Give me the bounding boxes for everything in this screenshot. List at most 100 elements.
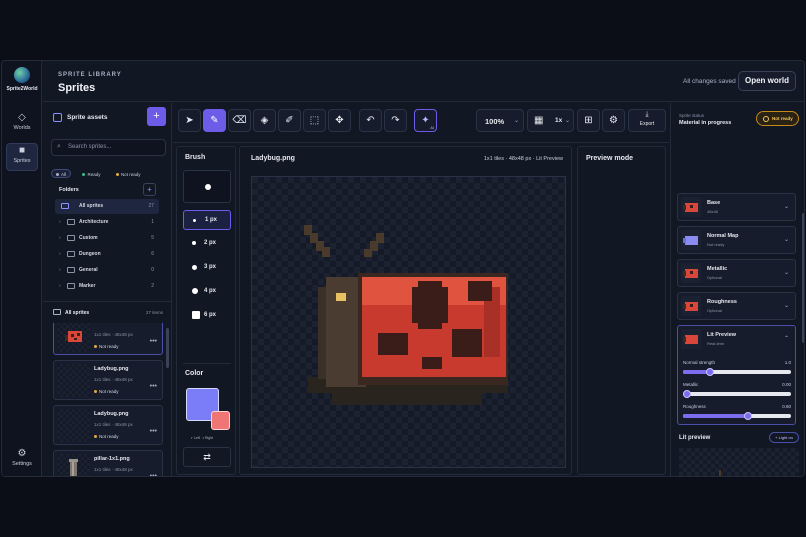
more-icon[interactable]: ••• bbox=[150, 338, 157, 345]
filter-all[interactable]: All bbox=[51, 169, 72, 178]
folder-marker[interactable]: › Marker 2 bbox=[55, 279, 159, 294]
add-sprite-button[interactable]: + bbox=[147, 107, 166, 126]
sprite-list-count: 27 items bbox=[145, 310, 163, 315]
sprite-list-title: All sprites bbox=[65, 310, 90, 316]
brush-size-3[interactable]: 3 px bbox=[183, 258, 231, 278]
chevron-right-icon: › bbox=[59, 251, 61, 257]
chevron-down-icon: ⌄ bbox=[783, 270, 789, 276]
sprite-card[interactable]: Ladybug.png 1x1 tiles · 48x48 px Not rea… bbox=[53, 360, 163, 400]
app-window: Sprite2World ◇ Worlds ■ Sprites ⚙ Settin… bbox=[1, 60, 805, 477]
redo-button[interactable]: ↷ bbox=[384, 109, 407, 132]
map-item-roughness[interactable]: Roughness Optional ⌄ bbox=[677, 292, 796, 320]
chevron-right-icon: › bbox=[59, 235, 61, 241]
map-sub: Optional bbox=[707, 275, 722, 280]
more-icon[interactable]: ••• bbox=[150, 383, 157, 390]
eyedropper-tool-button[interactable]: ✐ bbox=[278, 109, 301, 132]
rail-item-worlds[interactable]: ◇ Worlds bbox=[6, 111, 38, 139]
move-tool-button[interactable]: ✥ bbox=[328, 109, 351, 132]
secondary-color-swatch[interactable] bbox=[211, 411, 230, 430]
rail-item-sprites[interactable]: ■ Sprites bbox=[6, 143, 38, 171]
marquee-tool-button[interactable]: ⬚ bbox=[303, 109, 326, 132]
folder-all-sprites[interactable]: All sprites 27 bbox=[55, 199, 159, 214]
folder-general[interactable]: › General 0 bbox=[55, 263, 159, 278]
ladybug-thumb bbox=[683, 302, 698, 311]
select-tool-button[interactable]: ➤ bbox=[178, 109, 201, 132]
map-item-normal[interactable]: Normal Map Not ready ⌄ bbox=[677, 226, 796, 254]
sprite-thumbnail bbox=[57, 364, 90, 397]
brush-size-6[interactable]: 6 px bbox=[183, 306, 231, 326]
fill-tool-button[interactable]: ◈ bbox=[253, 109, 276, 132]
ai-tool-button[interactable]: ✦ AI bbox=[414, 109, 437, 132]
sprite-status-text: Not ready bbox=[99, 434, 119, 439]
slider-label: Normal strength bbox=[683, 360, 716, 365]
folder-custom[interactable]: › Custom 5 bbox=[55, 231, 159, 246]
light-on-toggle[interactable]: + Light on bbox=[769, 432, 799, 443]
roughness-slider[interactable]: Roughness 0.60 bbox=[683, 404, 791, 424]
brush-size-label: 3 px bbox=[204, 264, 217, 270]
sprite-assets-panel: Sprite assets + ⌕ Search sprites... All … bbox=[43, 103, 172, 476]
sprite-meta: 1x1 tiles · 48x48 px bbox=[94, 422, 133, 427]
more-icon[interactable]: ••• bbox=[150, 473, 157, 476]
folder-dungeon[interactable]: › Dungeon 6 bbox=[55, 247, 159, 262]
list-scrollbar[interactable] bbox=[166, 328, 169, 368]
export-button[interactable]: ⤓ Export bbox=[628, 109, 666, 132]
sprite-card[interactable]: Ladybug.png 1x1 tiles · 48x48 px Not rea… bbox=[53, 405, 163, 445]
tiles-view-button[interactable]: ⊞ bbox=[577, 109, 600, 132]
add-folder-button[interactable]: + bbox=[143, 183, 156, 196]
eraser-tool-button[interactable]: ⌫ bbox=[228, 109, 251, 132]
brush-size-1[interactable]: 1 px bbox=[183, 210, 231, 230]
map-item-metallic[interactable]: Metallic Optional ⌄ bbox=[677, 259, 796, 287]
chevron-up-icon[interactable]: ⌃ bbox=[784, 335, 789, 342]
grid-controls[interactable]: ▦ 1x ⌄ bbox=[527, 109, 574, 132]
slider-value: 0.00 bbox=[782, 382, 791, 387]
sprite-status-text: Not ready bbox=[99, 389, 119, 394]
folder-icon bbox=[67, 267, 75, 273]
sprite-status: Not ready bbox=[94, 344, 119, 349]
sprite-card[interactable]: 1x1 tiles · 48x48 px Not ready ••• bbox=[53, 323, 163, 355]
undo-button[interactable]: ↶ bbox=[359, 109, 382, 132]
undo-icon: ↶ bbox=[366, 115, 375, 126]
sprite-square-icon: ■ bbox=[18, 145, 26, 156]
alert-icon bbox=[763, 115, 769, 122]
normal-strength-slider[interactable]: Normal strength 1.0 bbox=[683, 360, 791, 380]
swap-colors-button[interactable]: ⇄ bbox=[183, 447, 231, 467]
brush-size-2[interactable]: 2 px bbox=[183, 234, 231, 254]
chevron-down-icon: ⌄ bbox=[783, 204, 789, 210]
export-label: Export bbox=[639, 121, 655, 127]
eyedropper-icon: ✐ bbox=[285, 115, 294, 126]
rail-label-settings: Settings bbox=[12, 461, 32, 467]
panel-scrollbar[interactable] bbox=[802, 213, 804, 343]
slider-knob[interactable] bbox=[683, 390, 691, 398]
lit-sub: Real-time bbox=[707, 341, 725, 346]
map-item-base[interactable]: Base 48x48 ⌄ bbox=[677, 193, 796, 221]
gear-icon: ⚙ bbox=[17, 448, 27, 459]
metallic-slider[interactable]: Metallic 0.00 bbox=[683, 382, 791, 402]
slider-knob[interactable] bbox=[744, 412, 752, 420]
gear-icon: ⚙ bbox=[609, 115, 618, 126]
mouse-buttons-hint: ◐ Left ◑ Right bbox=[191, 436, 214, 440]
dot-icon bbox=[192, 288, 198, 294]
filter-not-ready[interactable]: Not ready bbox=[112, 170, 145, 179]
brush-size-4[interactable]: 4 px bbox=[183, 282, 231, 302]
settings-button[interactable]: ⚙ bbox=[602, 109, 625, 132]
folders-title: Folders bbox=[59, 187, 79, 193]
pencil-tool-button[interactable]: ✎ bbox=[203, 109, 226, 132]
folder-name: Marker bbox=[79, 283, 96, 289]
zoom-select[interactable]: 100% ⌄ bbox=[476, 109, 524, 132]
sparkle-icon: ✦ bbox=[421, 115, 430, 126]
filter-ready[interactable]: Ready bbox=[78, 170, 104, 179]
search-input[interactable]: ⌕ Search sprites... bbox=[51, 139, 166, 156]
download-icon: ⤓ bbox=[645, 111, 649, 118]
editor-toolbar: ➤ ✎ ⌫ ◈ ✐ ⬚ ✥ ↶ ↷ ✦ AI 100% ⌄ ▦ 1x ⌄ ⊞ ⚙ … bbox=[173, 103, 669, 143]
slider-knob[interactable] bbox=[706, 368, 714, 376]
folder-count: 0 bbox=[151, 267, 154, 273]
folder-architecture[interactable]: › Architecture 1 bbox=[55, 215, 159, 230]
swap-icon: ⇄ bbox=[203, 452, 211, 462]
rail-item-settings[interactable]: ⚙ Settings bbox=[6, 447, 38, 475]
sprite-card[interactable]: pillar-1x1.png 1x1 tiles · 48x48 px ••• bbox=[53, 450, 163, 476]
brand-logo[interactable]: Sprite2World bbox=[4, 67, 40, 97]
more-icon[interactable]: ••• bbox=[150, 428, 157, 435]
open-world-button[interactable]: Open world bbox=[738, 71, 796, 91]
pixel-canvas[interactable] bbox=[251, 176, 566, 468]
lit-ladybug bbox=[719, 470, 721, 476]
